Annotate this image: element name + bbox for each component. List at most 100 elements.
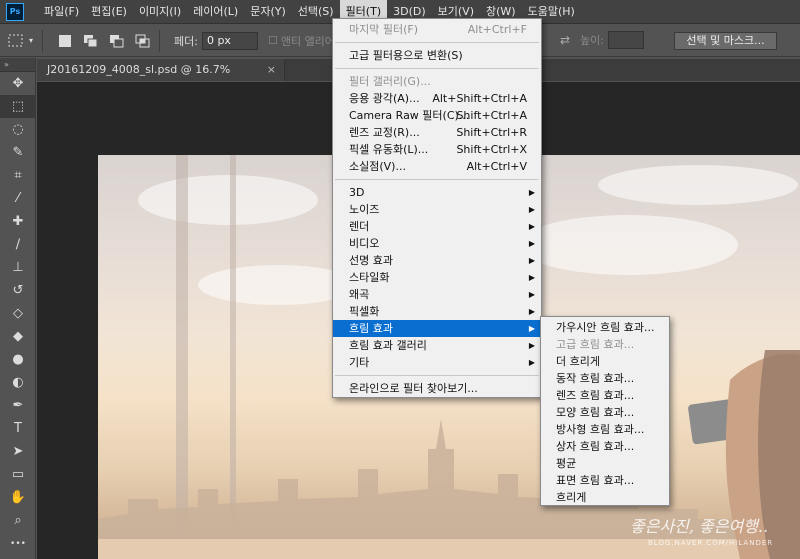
add-selection-icon[interactable] xyxy=(81,31,101,51)
filter-menu-item-label: 노이즈 xyxy=(349,203,380,216)
shortcut-text: Alt+Shift+Ctrl+A xyxy=(432,92,527,105)
blur-submenu-item[interactable]: 고급 흐림 효과... xyxy=(541,336,669,353)
submenu-arrow-icon: ▶ xyxy=(528,222,535,231)
blur-submenu-item[interactable]: 더 흐리게 xyxy=(541,353,669,370)
filter-menu-item-label: 렌즈 교정(R)... xyxy=(349,126,420,139)
antialias-checkbox[interactable]: ☐ xyxy=(268,34,278,47)
history-brush-icon[interactable]: ↺ xyxy=(0,279,36,302)
photoshop-logo-icon: Ps xyxy=(6,2,24,21)
hand-icon[interactable]: ✋ xyxy=(0,486,36,509)
blur-submenu-item[interactable]: 상자 흐림 효과... xyxy=(541,438,669,455)
swap-icon[interactable]: ⇄ xyxy=(560,33,570,47)
shortcut-text: Shift+Ctrl+X xyxy=(456,143,527,156)
filter-menu-item-label: 3D xyxy=(349,186,365,199)
rectangle-icon[interactable]: ▭ xyxy=(0,463,36,486)
filter-menu-item[interactable]: 필터 갤러리(G)... xyxy=(333,73,541,90)
filter-menu-item-label: 응용 광각(A)... xyxy=(349,92,420,105)
filter-menu-item-label: 픽셀화 xyxy=(349,305,380,318)
filter-menu-item[interactable]: 흐림 효과 갤러리 ▶ xyxy=(333,337,541,354)
cloud xyxy=(598,165,798,205)
select-and-mask-button[interactable]: 선택 및 마스크... xyxy=(674,32,777,50)
menu-3[interactable]: 레이어(L) xyxy=(187,0,244,24)
dodge-icon[interactable]: ◐ xyxy=(0,371,36,394)
filter-menu-item[interactable]: 기타 ▶ xyxy=(333,354,541,371)
filter-menu-item[interactable]: 흐림 효과 ▶ xyxy=(333,320,541,337)
blur-submenu-item[interactable]: 표면 흐림 효과... xyxy=(541,472,669,489)
marquee-icon[interactable]: ⬚ xyxy=(0,95,36,118)
filter-menu-item-label: 흐림 효과 갤러리 xyxy=(349,339,427,352)
filter-menu-item[interactable]: 온라인으로 필터 찾아보기... xyxy=(333,380,541,397)
blur-submenu-item[interactable]: 평균 xyxy=(541,455,669,472)
blur-submenu-item[interactable]: 가우시안 흐림 효과... xyxy=(541,319,669,336)
filter-menu-item[interactable]: 스타일화 ▶ xyxy=(333,269,541,286)
path-select-icon[interactable]: ➤ xyxy=(0,440,36,463)
filter-menu-item[interactable]: 비디오 ▶ xyxy=(333,235,541,252)
bucket-icon[interactable]: ◆ xyxy=(0,325,36,348)
height-input[interactable] xyxy=(608,31,645,49)
more-icon[interactable]: ••• xyxy=(0,532,36,555)
cloud xyxy=(138,175,318,225)
blur-submenu-item[interactable]: 동작 흐림 효과... xyxy=(541,370,669,387)
move-icon[interactable]: ✥ xyxy=(0,72,36,95)
filter-menu-item[interactable]: 렌더 ▶ xyxy=(333,218,541,235)
submenu-arrow-icon: ▶ xyxy=(528,205,535,214)
brush-icon[interactable]: ∕ xyxy=(0,233,36,256)
zoom-icon[interactable]: ⌕ xyxy=(0,509,36,532)
height-label: 높이: xyxy=(580,34,605,47)
intersect-selection-icon[interactable] xyxy=(133,31,153,51)
submenu-arrow-icon: ▶ xyxy=(528,341,535,350)
filter-menu-item[interactable]: 선명 효과 ▶ xyxy=(333,252,541,269)
filter-menu-item[interactable]: 고급 필터용으로 변환(S) xyxy=(333,47,541,64)
type-icon[interactable]: T xyxy=(0,417,36,440)
filter-menu-item-label: 고급 필터용으로 변환(S) xyxy=(349,49,463,62)
filter-menu-item[interactable]: 왜곡 ▶ xyxy=(333,286,541,303)
menu-separator xyxy=(335,375,539,376)
close-icon[interactable]: × xyxy=(267,59,276,81)
subtract-selection-icon[interactable] xyxy=(107,31,127,51)
feather-input[interactable]: 0 px xyxy=(201,31,258,50)
eraser-icon[interactable]: ◇ xyxy=(0,302,36,325)
blur-submenu-item[interactable]: 방사형 흐림 효과... xyxy=(541,421,669,438)
feather-label: 페더: xyxy=(174,34,198,48)
menu-separator xyxy=(335,179,539,180)
filter-menu-item[interactable]: Camera Raw 필터(C)... Shift+Ctrl+A xyxy=(333,107,541,124)
divider xyxy=(42,29,43,52)
filter-menu-item-label: 온라인으로 필터 찾아보기... xyxy=(349,382,478,395)
filter-menu-item[interactable]: 소실점(V)... Alt+Ctrl+V xyxy=(333,158,541,175)
blur-submenu-item[interactable]: 렌즈 흐림 효과... xyxy=(541,387,669,404)
watermark-url: BLOG.NAVER.COM/HILANDER xyxy=(648,539,774,547)
menu-0[interactable]: 파일(F) xyxy=(38,0,85,24)
eyedropper-icon[interactable]: ⁄ xyxy=(0,187,36,210)
new-selection-icon[interactable] xyxy=(55,31,75,51)
filter-menu-item[interactable]: 응용 광각(A)... Alt+Shift+Ctrl+A xyxy=(333,90,541,107)
crop-icon[interactable]: ⌗ xyxy=(0,164,36,187)
blur-submenu-item[interactable]: 모양 흐림 효과... xyxy=(541,404,669,421)
quick-select-icon[interactable]: ✎ xyxy=(0,141,36,164)
blur-submenu-item[interactable]: 흐리게 xyxy=(541,489,669,506)
stamp-icon[interactable]: ⊥ xyxy=(0,256,36,279)
filter-menu-item[interactable]: 3D ▶ xyxy=(333,184,541,201)
filter-menu-item-label: 필터 갤러리(G)... xyxy=(349,75,431,88)
menu-2[interactable]: 이미지(I) xyxy=(133,0,187,24)
lasso-icon[interactable]: ◌ xyxy=(0,118,36,141)
watermark-script: 좋은사진, 좋은여행.. xyxy=(630,517,769,536)
document-tab[interactable]: J20161209_4008_sl.psd @ 16.7% (RGB/16*) … xyxy=(37,59,285,98)
menu-4[interactable]: 문자(Y) xyxy=(244,0,292,24)
menu-1[interactable]: 편집(E) xyxy=(85,0,133,24)
dropdown-arrow-icon[interactable]: ▾ xyxy=(26,31,36,51)
healing-icon[interactable]: ✚ xyxy=(0,210,36,233)
filter-menu-item-label: 흐림 효과 xyxy=(349,322,393,335)
filter-menu-item[interactable]: 렌즈 교정(R)... Shift+Ctrl+R xyxy=(333,124,541,141)
marquee-preset-icon[interactable] xyxy=(6,31,26,51)
filter-menu-item[interactable]: 마지막 필터(F) Alt+Ctrl+F xyxy=(333,21,541,38)
shortcut-text: Alt+Ctrl+V xyxy=(466,160,527,173)
filter-menu-item[interactable]: 픽셀 유동화(L)... Shift+Ctrl+X xyxy=(333,141,541,158)
filter-menu-item[interactable]: 픽셀화 ▶ xyxy=(333,303,541,320)
filter-menu-item-label: 픽셀 유동화(L)... xyxy=(349,143,429,156)
filter-menu-item[interactable]: 노이즈 ▶ xyxy=(333,201,541,218)
submenu-arrow-icon: ▶ xyxy=(528,290,535,299)
toolbox-collapse-icon[interactable]: » xyxy=(0,58,35,72)
pen-icon[interactable]: ✒ xyxy=(0,394,36,417)
blur-icon[interactable]: ● xyxy=(0,348,36,371)
filter-menu-dropdown: 마지막 필터(F) Alt+Ctrl+F 고급 필터용으로 변환(S) 필터 갤러리(… xyxy=(332,18,542,398)
